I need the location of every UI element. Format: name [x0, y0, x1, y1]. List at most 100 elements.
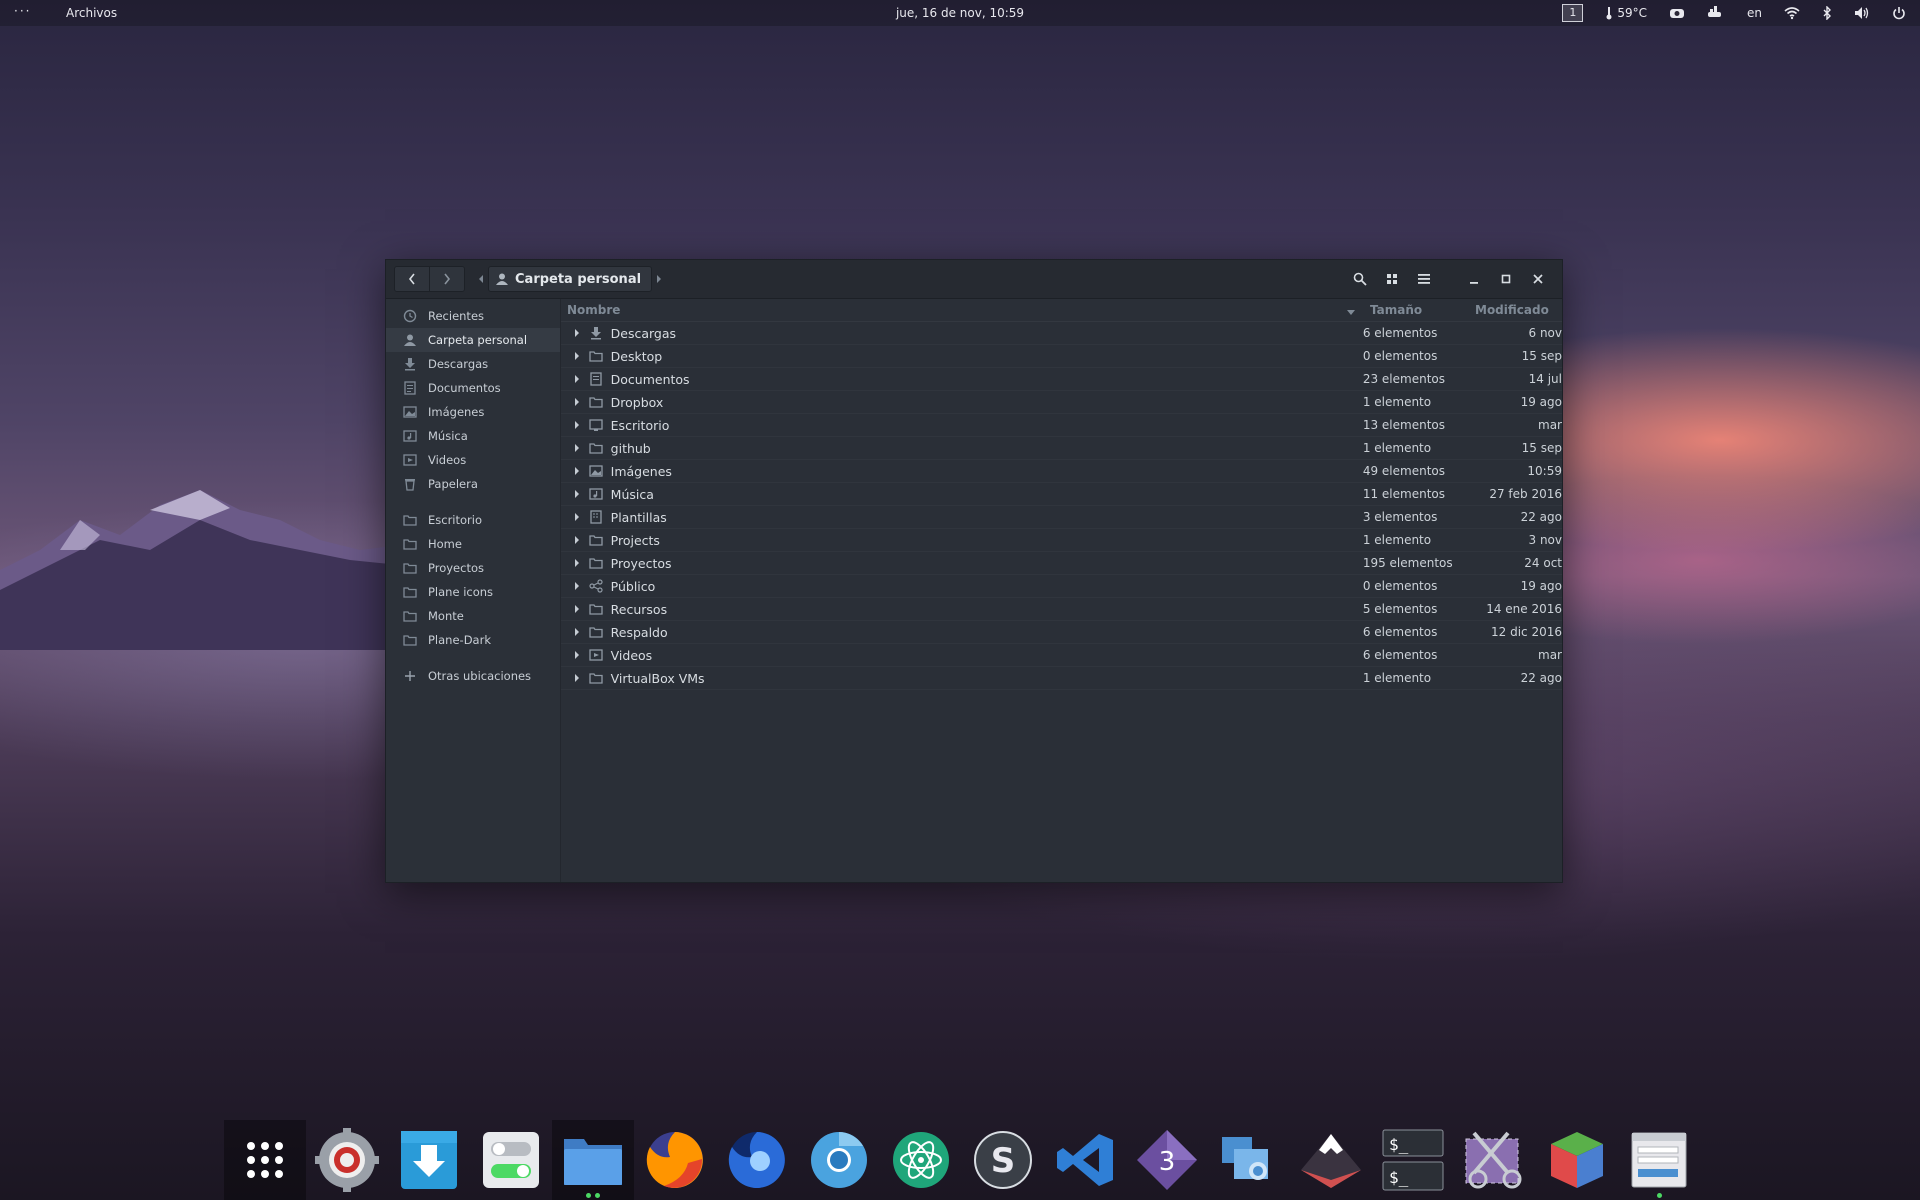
power-icon[interactable] [1892, 6, 1906, 20]
column-header-name[interactable]: Nombre [561, 303, 1362, 317]
dock-firefox[interactable] [634, 1120, 716, 1200]
sidebar-item-musica[interactable]: Música [386, 424, 560, 448]
docker-icon[interactable] [1707, 6, 1725, 20]
sidebar-item-label: Otras ubicaciones [428, 669, 532, 683]
keyboard-layout[interactable]: en [1747, 6, 1762, 20]
file-modified: mar [1538, 648, 1562, 662]
back-button[interactable] [395, 267, 429, 291]
file-row[interactable]: Público 0 elementos 19 ago [561, 575, 1562, 598]
expand-triangle-icon[interactable] [561, 489, 587, 499]
file-row[interactable]: Documentos 23 elementos 14 jul [561, 368, 1562, 391]
sidebar-item-carpeta-personal[interactable]: Carpeta personal [386, 328, 560, 352]
file-row[interactable]: github 1 elemento 15 sep [561, 437, 1562, 460]
dock-visual-studio-code[interactable] [1044, 1120, 1126, 1200]
expand-triangle-icon[interactable] [561, 604, 587, 614]
file-row[interactable]: Respaldo 6 elementos 12 dic 2016 [561, 621, 1562, 644]
dock-window-manager[interactable] [1208, 1120, 1290, 1200]
bluetooth-icon[interactable] [1822, 6, 1832, 20]
sidebar-item-recientes[interactable]: Recientes [386, 304, 560, 328]
column-header-size[interactable]: Tamaño [1362, 303, 1475, 317]
sidebar-item-home[interactable]: Home [386, 532, 560, 556]
sidebar-item-papelera[interactable]: Papelera [386, 472, 560, 496]
expand-triangle-icon[interactable] [561, 466, 587, 476]
window-stack-icon [1222, 1137, 1268, 1180]
sidebar-item-escritorio[interactable]: Escritorio [386, 508, 560, 532]
temperature-indicator[interactable]: 59°C [1605, 6, 1647, 20]
header-spacer [1440, 267, 1458, 291]
sidebar-item-monte[interactable]: Monte [386, 604, 560, 628]
dock-inkscape[interactable] [1290, 1120, 1372, 1200]
expand-triangle-icon[interactable] [561, 650, 587, 660]
expand-triangle-icon[interactable] [561, 397, 587, 407]
file-row[interactable]: Recursos 5 elementos 14 ene 2016 [561, 598, 1562, 621]
maximize-button[interactable] [1490, 267, 1522, 291]
dock-atom[interactable] [880, 1120, 962, 1200]
file-row[interactable]: Descargas 6 elementos 6 nov [561, 322, 1562, 345]
file-row[interactable]: Proyectos 195 elementos 24 oct [561, 552, 1562, 575]
file-size: 6 elementos [1362, 625, 1438, 639]
scissors-icon [1465, 1131, 1522, 1189]
file-row[interactable]: Plantillas 3 elementos 22 ago [561, 506, 1562, 529]
file-row[interactable]: Escritorio 13 elementos mar [561, 414, 1562, 437]
dock-settings[interactable] [306, 1120, 388, 1200]
folder-icon [587, 533, 605, 547]
path-scroll-left[interactable] [474, 267, 488, 291]
dock-screenshot[interactable] [1454, 1120, 1536, 1200]
path-scroll-right[interactable] [652, 267, 666, 291]
dock-files[interactable] [552, 1120, 634, 1200]
atom-icon [893, 1132, 949, 1188]
expand-triangle-icon[interactable] [561, 443, 587, 453]
sidebar-item-descargas[interactable]: Descargas [386, 352, 560, 376]
dock-firefox-nightly[interactable] [716, 1120, 798, 1200]
expand-triangle-icon[interactable] [561, 627, 587, 637]
expand-triangle-icon[interactable] [561, 673, 587, 683]
expand-triangle-icon[interactable] [561, 581, 587, 591]
file-row[interactable]: Imágenes 49 elementos 10:59 [561, 460, 1562, 483]
expand-triangle-icon[interactable] [561, 420, 587, 430]
sidebar-item-proyectos[interactable]: Proyectos [386, 556, 560, 580]
menu-button[interactable] [1408, 267, 1440, 291]
dock-form-app[interactable] [1618, 1120, 1700, 1200]
expand-triangle-icon[interactable] [561, 535, 587, 545]
file-row[interactable]: Dropbox 1 elemento 19 ago [561, 391, 1562, 414]
file-size: 13 elementos [1362, 418, 1445, 432]
sidebar-item-otras-ubicaciones[interactable]: Otras ubicaciones [386, 664, 560, 688]
dock-terminal[interactable]: $_ $_ [1372, 1120, 1454, 1200]
view-toggle-button[interactable] [1376, 267, 1408, 291]
expand-triangle-icon[interactable] [561, 328, 587, 338]
expand-triangle-icon[interactable] [561, 351, 587, 361]
file-row[interactable]: Desktop 0 elementos 15 sep [561, 345, 1562, 368]
breadcrumb-home[interactable]: Carpeta personal [488, 266, 653, 292]
file-row[interactable]: VirtualBox VMs 1 elemento 22 ago [561, 667, 1562, 690]
cloud-sync-icon[interactable] [1669, 6, 1685, 20]
file-size: 6 elementos [1362, 326, 1438, 340]
dock-blender-3[interactable]: 3 [1126, 1120, 1208, 1200]
minimize-button[interactable] [1458, 267, 1490, 291]
wifi-icon[interactable] [1784, 6, 1800, 20]
sidebar-item-documentos[interactable]: Documentos [386, 376, 560, 400]
expand-triangle-icon[interactable] [561, 374, 587, 384]
volume-icon[interactable] [1854, 6, 1870, 20]
close-button[interactable] [1522, 267, 1554, 291]
sidebar-item-plane-icons[interactable]: Plane icons [386, 580, 560, 604]
dock-app-grid[interactable] [224, 1120, 306, 1200]
dock-software-updater[interactable] [388, 1120, 470, 1200]
forward-button[interactable] [429, 267, 464, 291]
file-row[interactable]: Projects 1 elemento 3 nov [561, 529, 1562, 552]
sidebar-item-videos[interactable]: Videos [386, 448, 560, 472]
column-header-modified[interactable]: Modificado [1475, 303, 1562, 317]
cube-icon [1551, 1132, 1603, 1188]
workspace-indicator[interactable]: 1 [1562, 4, 1584, 22]
file-row[interactable]: Videos 6 elementos mar [561, 644, 1562, 667]
folder-icon [402, 608, 418, 624]
dock-sublime-text[interactable]: S [962, 1120, 1044, 1200]
dock-chromium[interactable] [798, 1120, 880, 1200]
expand-triangle-icon[interactable] [561, 558, 587, 568]
expand-triangle-icon[interactable] [561, 512, 587, 522]
dock-glade[interactable] [1536, 1120, 1618, 1200]
search-button[interactable] [1344, 267, 1376, 291]
sidebar-item-plane-dark[interactable]: Plane-Dark [386, 628, 560, 652]
file-row[interactable]: Música 11 elementos 27 feb 2016 [561, 483, 1562, 506]
dock-tweaks[interactable] [470, 1120, 552, 1200]
sidebar-item-imagenes[interactable]: Imágenes [386, 400, 560, 424]
